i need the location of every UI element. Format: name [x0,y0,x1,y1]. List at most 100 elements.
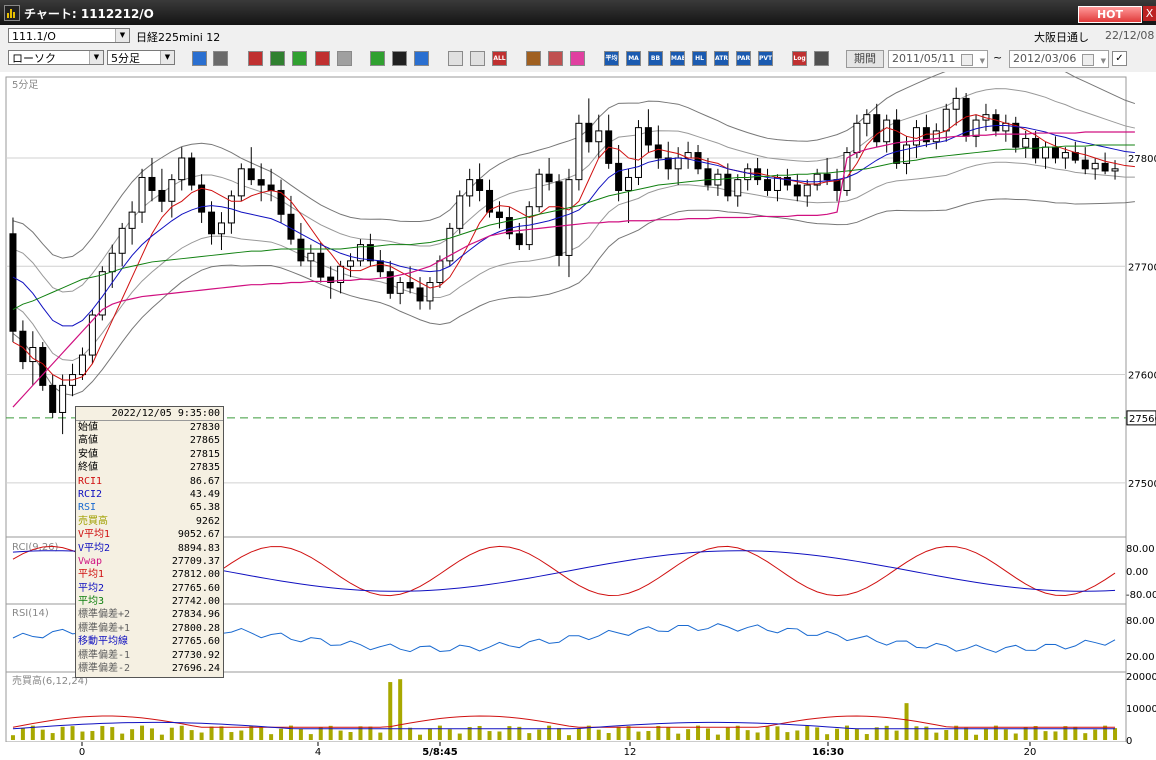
volume-bar [944,730,949,740]
volume-bar [288,725,293,740]
palette-icon[interactable] [570,51,585,66]
x-tick-label: 0 [79,747,85,758]
volume-bar [90,731,95,740]
volume-bar [229,732,234,740]
info-row: 移動平均線 27765.60 [76,635,223,648]
volume-bar [199,732,204,740]
volume-bar [1053,731,1058,740]
info-key: 安値 [78,448,98,460]
date-from-input[interactable]: 2011/05/11 ▼ [888,50,988,68]
info-key: 平均3 [78,596,105,608]
period-checkbox[interactable]: ✓ [1112,51,1127,66]
volume-bar [864,734,869,740]
x-tick-label: 5/8:45 [422,747,458,758]
tools-icon[interactable] [526,51,541,66]
volume-bar [656,725,661,740]
info-value: 65.38 [189,502,220,514]
volume-bar [596,729,601,740]
volume-bar [120,733,125,740]
info-value: 27830 [189,422,220,433]
info-value: 27765.60 [171,582,220,594]
volume-bar [110,727,115,740]
chevron-down-icon[interactable]: ▼ [980,53,985,69]
info-value: 8894.83 [177,542,220,554]
info-key: 高値 [78,435,98,447]
volume-bar [239,730,244,740]
candle [446,222,454,267]
info-value: 27730.92 [171,649,220,661]
chevron-down-icon: ▼ [115,29,129,42]
bar-chart-icon[interactable] [270,51,285,66]
info-value: 27834.96 [171,609,220,621]
info-key: 始値 [78,422,98,433]
mae-icon[interactable]: MAE [670,51,685,66]
bb-icon[interactable]: BB [648,51,663,66]
volume-bar [705,728,710,740]
chevron-down-icon[interactable]: ▼ [1101,53,1106,69]
hot-button[interactable]: HOT [1078,6,1142,23]
grid-icon[interactable] [292,51,307,66]
all-icon[interactable]: ALL [492,51,507,66]
x-tick-label: 20 [1024,747,1037,758]
volume-bar [388,682,393,740]
info-key: RCI2 [78,488,103,500]
ma-icon[interactable]: MA [626,51,641,66]
interval-value: 5分足 [111,52,140,65]
volume-bar [50,733,55,740]
date-to-input[interactable]: 2012/03/06 ▼ [1009,50,1109,68]
volume-bar [835,728,840,740]
log-icon[interactable]: Log [792,51,807,66]
volume-bar [676,733,681,740]
volume-bar [557,728,562,740]
wrench-icon[interactable] [548,51,563,66]
panel-tick-label: 80.00 [1126,544,1155,555]
window-icon[interactable] [814,51,829,66]
alert-icon[interactable] [337,51,352,66]
pvt-icon[interactable]: PVT [758,51,773,66]
avg-icon[interactable]: 平均 [604,51,619,66]
info-row: 平均1 27812.00 [76,568,223,581]
close-button[interactable]: X [1143,6,1156,21]
hl-icon[interactable]: HL [692,51,707,66]
volume-bar [785,732,790,740]
symbol-select[interactable]: 111.1/O ▼ [8,28,130,43]
cursor-line-icon[interactable] [213,51,228,66]
trend-icon[interactable] [248,51,263,66]
volume-bar [477,725,482,740]
volume-bar [408,727,413,740]
volume-bar [745,730,750,740]
arrow-icon[interactable] [392,51,407,66]
info-value: 27815 [189,448,220,460]
candle [456,190,464,234]
volume-bar [20,728,25,740]
volume-bar [666,727,671,740]
panel-tick-label: 10000 [1126,704,1156,715]
window-title: チャート: 1112212/O [24,7,154,21]
pen-icon[interactable] [370,51,385,66]
para-icon[interactable]: PARA [736,51,751,66]
info-key: V平均2 [78,542,111,554]
volume-bar [179,725,184,740]
zoom-icon[interactable] [192,51,207,66]
undo-icon[interactable] [414,51,429,66]
volume-bar [537,729,542,740]
interval-caption: 5分足 [12,79,38,91]
interval-select[interactable]: 5分足 ▼ [107,50,175,65]
zoom-out-icon[interactable] [470,51,485,66]
candle [188,152,196,191]
info-key: 標準偏差-1 [78,649,131,661]
chart-type-select[interactable]: ローソク ▼ [8,50,104,65]
atr-icon[interactable]: ATR [714,51,729,66]
volume-bar [308,734,313,740]
calendar-icon[interactable] [961,54,973,66]
chart-app-icon [4,5,20,21]
volume-bar [854,728,859,740]
calendar-icon[interactable] [1082,54,1094,66]
volume-bar [547,725,552,740]
x-tick-label: 16:30 [812,747,844,758]
info-row: 高値 27865 [76,434,223,447]
zoom-in-icon[interactable] [448,51,463,66]
volume-bar [457,733,462,740]
split-icon[interactable] [315,51,330,66]
period-button[interactable]: 期間 [846,50,884,68]
